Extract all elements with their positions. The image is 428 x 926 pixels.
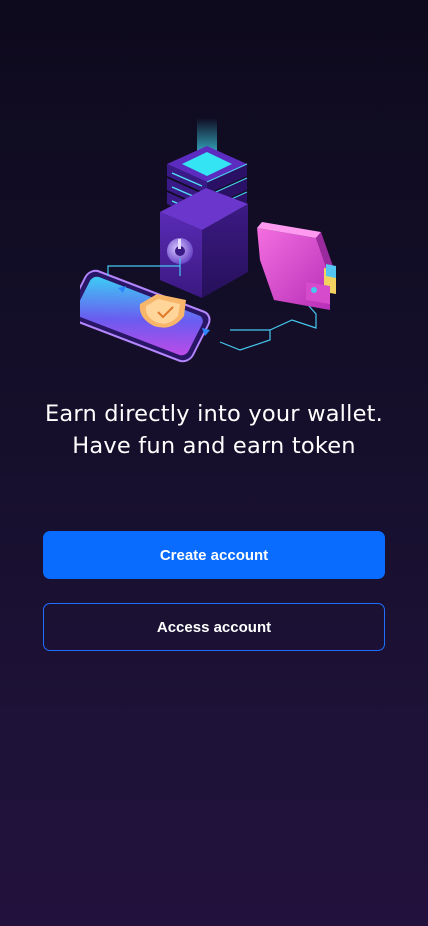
onboarding-headline: Earn directly into your wallet. Have fun… [0, 398, 428, 462]
access-account-button[interactable]: Access account [43, 603, 385, 651]
wallet-security-illustration [80, 118, 336, 363]
access-account-label: Access account [156, 618, 272, 636]
headline-line-1: Earn directly into your wallet. [44, 401, 384, 427]
create-account-label: Create account [159, 546, 269, 564]
create-account-button[interactable]: Create account [43, 531, 385, 579]
headline-line-2: Have fun and earn token [72, 433, 356, 459]
